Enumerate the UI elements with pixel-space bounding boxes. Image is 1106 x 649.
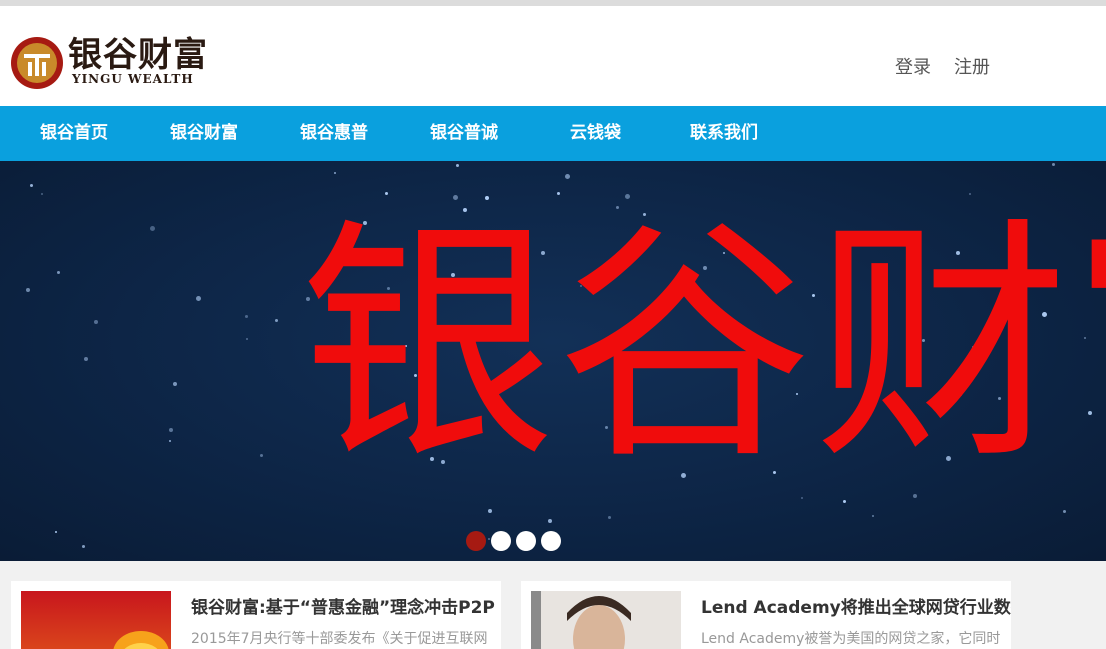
logo-emblem-icon [11, 37, 63, 89]
banner-title: 银谷财富 [300, 197, 1106, 494]
star [913, 494, 917, 498]
nav-item-pucheng[interactable]: 银谷普诚 [430, 106, 498, 161]
article-card-1[interactable]: 银谷财富:基于“普惠金融”理念冲击P2P 2015年7月央行等十部委发布《关于促… [11, 581, 501, 649]
nav-item-huipu[interactable]: 银谷惠普 [300, 106, 368, 161]
slide-dot-3[interactable] [516, 531, 536, 551]
star [1063, 510, 1066, 513]
logo[interactable]: 银谷财富 YINGU WEALTH [10, 36, 250, 96]
star [557, 192, 560, 195]
star [488, 538, 490, 540]
star [872, 515, 874, 517]
star [26, 288, 30, 292]
star [548, 519, 552, 523]
site-header: 银谷财富 YINGU WEALTH 登录 注册 [0, 6, 1106, 106]
register-link[interactable]: 注册 [954, 53, 990, 79]
hero-banner[interactable]: 银谷财富 [0, 161, 1106, 561]
slide-dot-4[interactable] [541, 531, 561, 551]
star [565, 174, 570, 179]
star [173, 382, 177, 386]
nav-item-cloud-wallet[interactable]: 云钱袋 [570, 106, 621, 161]
logo-text-cn: 银谷财富 [68, 35, 208, 75]
article-thumbnail-2 [531, 591, 681, 649]
article-title-1[interactable]: 银谷财富:基于“普惠金融”理念冲击P2P [191, 593, 495, 618]
star [608, 516, 611, 519]
article-excerpt-2: Lend Academy被誉为美国的网贷之家，它同时 [701, 631, 1001, 647]
star [30, 184, 33, 187]
star [169, 440, 171, 442]
star [245, 315, 248, 318]
main-nav: 银谷首页 银谷财富 银谷惠普 银谷普诚 云钱袋 联系我们 [0, 106, 1106, 161]
slide-dot-1[interactable] [466, 531, 486, 551]
star [488, 509, 492, 513]
star [260, 454, 263, 457]
star [275, 319, 278, 322]
article-title-2[interactable]: Lend Academy将推出全球网贷行业数据 [701, 593, 1011, 618]
article-excerpt-1: 2015年7月央行等十部委发布《关于促进互联网 [191, 631, 488, 647]
article-thumbnail-1 [21, 591, 171, 649]
star [57, 271, 60, 274]
nav-item-contact[interactable]: 联系我们 [690, 106, 758, 161]
star [969, 193, 971, 195]
slide-dot-2[interactable] [491, 531, 511, 551]
star [84, 357, 88, 361]
login-link[interactable]: 登录 [895, 53, 931, 79]
logo-text-en: YINGU WEALTH [72, 72, 194, 86]
star [801, 497, 803, 499]
star [1052, 163, 1055, 166]
star [334, 172, 336, 174]
star [169, 428, 173, 432]
star [94, 320, 98, 324]
nav-item-home[interactable]: 银谷首页 [40, 106, 108, 161]
star [41, 193, 43, 195]
article-card-2[interactable]: Lend Academy将推出全球网贷行业数据 Lend Academy被誉为美… [521, 581, 1011, 649]
star [246, 338, 248, 340]
star [843, 500, 846, 503]
star [150, 226, 155, 231]
star [55, 531, 57, 533]
star [196, 296, 201, 301]
star [385, 192, 388, 195]
star [82, 545, 85, 548]
nav-item-wealth[interactable]: 银谷财富 [170, 106, 238, 161]
star [456, 164, 459, 167]
